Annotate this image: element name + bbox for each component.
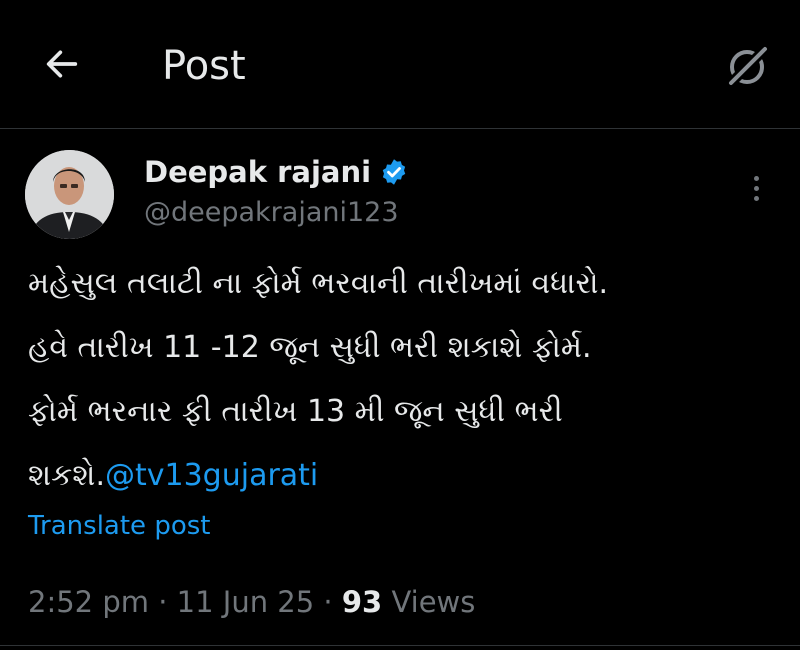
dot-icon (753, 185, 759, 191)
meta-separator: · (314, 585, 342, 619)
author-name[interactable]: Deepak rajani (144, 152, 409, 192)
post-text: મહેસુલ તલાટી ના ફોર્મ ભરવાની તારીખમાં વધ… (28, 252, 788, 508)
post-text-line: ફોર્મ ભરનાર ફી તારીખ 13 મી જૂન સુધી ભરી (28, 394, 563, 429)
verified-badge-icon (379, 157, 409, 187)
translate-post-link[interactable]: Translate post (28, 506, 210, 546)
author-handle[interactable]: @deepakrajani123 (144, 193, 399, 233)
back-button[interactable] (38, 40, 86, 88)
post-time[interactable]: 2:52 pm (28, 585, 149, 619)
page-title: Post (162, 43, 246, 89)
mention-link[interactable]: @tv13gujarati (105, 458, 318, 493)
more-options-button[interactable] (740, 168, 772, 208)
profile-photo (25, 150, 114, 239)
author-name-text: Deepak rajani (144, 155, 372, 189)
grok-button[interactable] (718, 38, 776, 96)
views-label: Views (382, 585, 476, 619)
arrow-left-icon (46, 50, 78, 78)
grok-icon (727, 46, 768, 87)
post-meta: 2:52 pm · 11 Jun 25 · 93 Views (28, 580, 475, 624)
dot-icon (753, 175, 759, 181)
views-count[interactable]: 93 (342, 585, 382, 619)
post-text-fragment: શકશે. (28, 458, 105, 493)
top-bar: Post (0, 0, 800, 129)
divider (0, 645, 800, 646)
post-text-line: શકશે.@tv13gujarati (28, 444, 788, 508)
post-text-line: હવે તારીખ 11 -12 જૂન સુધી ભરી શકાશે ફોર્… (28, 330, 592, 365)
dot-icon (753, 195, 759, 201)
meta-separator: · (149, 585, 177, 619)
post-text-line: મહેસુલ તલાટી ના ફોર્મ ભરવાની તારીખમાં વધ… (28, 266, 609, 301)
avatar[interactable] (25, 150, 114, 239)
post-date[interactable]: 11 Jun 25 (177, 585, 315, 619)
